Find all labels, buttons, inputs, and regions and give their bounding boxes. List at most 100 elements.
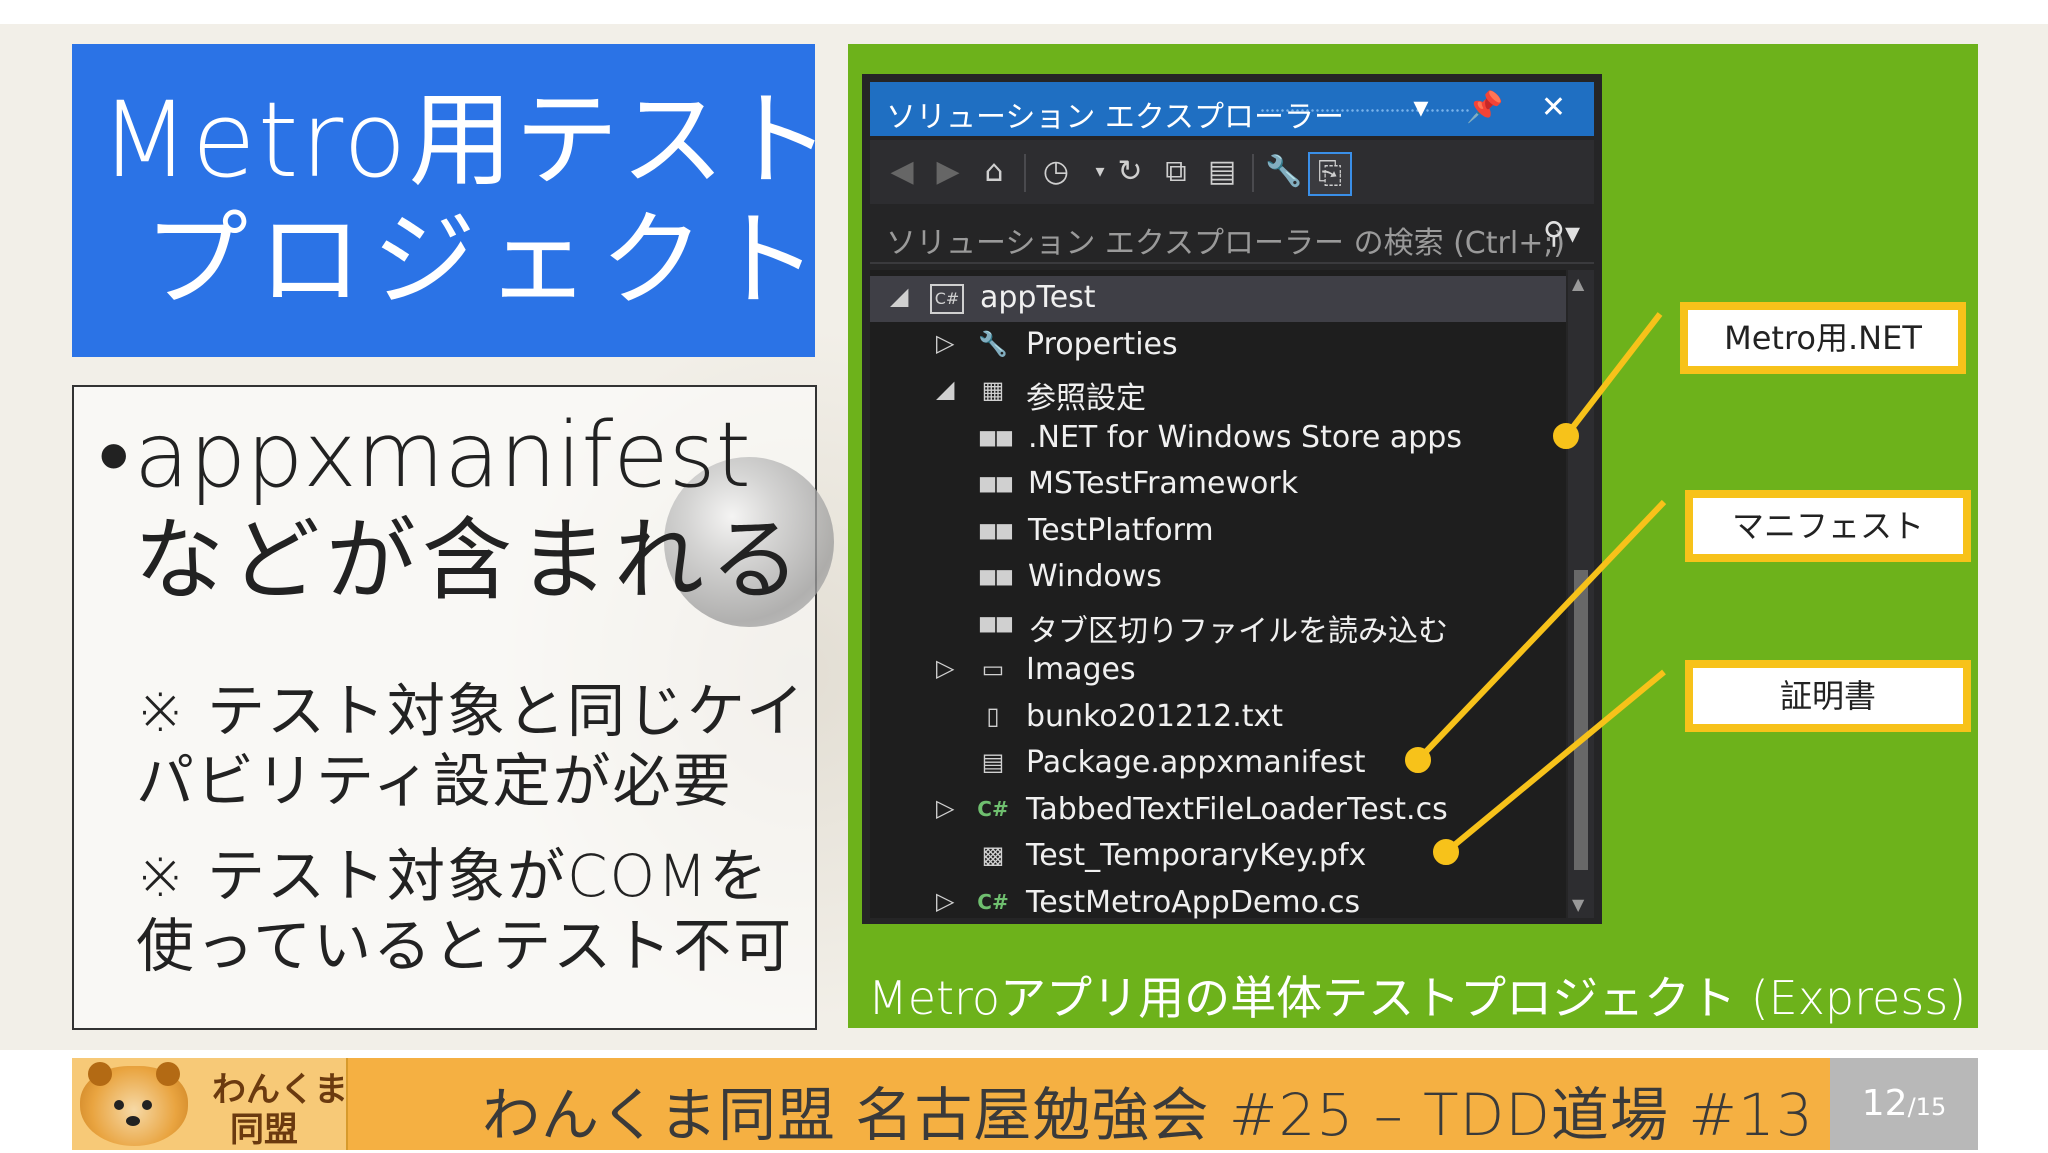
expanded-arrow-icon[interactable]: ◢: [890, 282, 908, 310]
wrench-icon: 🔧: [978, 329, 1008, 358]
scroll-up-icon[interactable]: ▲: [1572, 274, 1584, 293]
home-icon[interactable]: ⌂: [974, 152, 1014, 192]
solution-explorer-titlebar: ソリューション エクスプローラー ▾ 📌 ✕: [870, 82, 1594, 136]
toolbar-separator: [1252, 154, 1254, 192]
pending-changes-icon[interactable]: ◷: [1036, 152, 1076, 192]
back-icon[interactable]: ◀: [882, 152, 922, 192]
bullet-point: •appxmanifest などが含まれる: [98, 403, 806, 614]
collapsed-arrow-icon[interactable]: ▷: [936, 794, 954, 822]
panel-caption: Metroアプリ用の単体テストプロジェクト (Express): [868, 971, 1967, 1025]
solution-explorer-toolbar: ◀ ▶ ⌂ ◷ ▾ ↻ ⧉ ▤ 🔧 ⎘: [870, 140, 1594, 204]
bear-eye-icon: [142, 1100, 152, 1110]
collapse-all-icon[interactable]: ⧉: [1156, 152, 1196, 192]
properties-wrench-icon[interactable]: 🔧: [1264, 152, 1304, 192]
tree-item[interactable]: ▯ bunko201212.txt: [870, 695, 1566, 741]
footer-title: わんくま同盟 名古屋勉強会 #25 – TDD道場 #13: [482, 1081, 1814, 1149]
tree-item-label: TestPlatform: [1028, 512, 1214, 548]
solution-explorer-title: ソリューション エクスプローラー: [886, 100, 1345, 135]
callout-metro-net: Metro用.NET: [1680, 302, 1966, 374]
text-file-icon: ▯: [986, 701, 1000, 730]
tree-item[interactable]: ■■ TestPlatform: [870, 509, 1566, 555]
tree-item[interactable]: ▷ 🔧 Properties: [870, 323, 1566, 369]
bear-mascot-icon: [80, 1062, 188, 1146]
csharp-project-icon: C#: [930, 284, 964, 314]
tree-item-label: タブ区切りファイルを読み込む: [1028, 613, 1448, 649]
tree-item-label: bunko201212.txt: [1026, 698, 1284, 734]
slide-title-line1: Metro用テスト: [100, 79, 833, 201]
tree-item-label: Windows: [1028, 559, 1162, 594]
tree-item[interactable]: ▷ C# TabbedTextFileLoaderTest.cs: [870, 788, 1566, 834]
footer-bar: わんくま同盟 名古屋勉強会 #25 – TDD道場 #13 12/15: [72, 1058, 1978, 1150]
collapsed-arrow-icon[interactable]: ▷: [936, 329, 954, 357]
tree-item[interactable]: ▷ C# TestMetroAppDemo.cs: [870, 881, 1566, 927]
tree-item-label: TestMetroAppDemo.cs: [1026, 884, 1361, 920]
preview-selected-icon[interactable]: ⎘: [1308, 152, 1352, 196]
collapsed-arrow-icon[interactable]: ▷: [936, 887, 954, 915]
note2-line1: ※ テスト対象がCOMを: [136, 842, 770, 910]
tree-item[interactable]: ▷ ▭ Images: [870, 648, 1566, 694]
tree-item[interactable]: ■■ MSTestFramework: [870, 462, 1566, 508]
page-number: 12/15: [1830, 1058, 1978, 1150]
folder-icon: ▭: [981, 655, 1005, 683]
note1-line2: パビリティ設定が必要: [136, 746, 733, 815]
callout-manifest: マニフェスト: [1685, 490, 1971, 562]
forward-icon[interactable]: ▶: [928, 152, 968, 192]
reference-icon: ■■: [978, 517, 1014, 542]
solution-explorer: ソリューション エクスプローラー ▾ 📌 ✕ ◀ ▶ ⌂ ◷ ▾ ↻ ⧉ ▤ 🔧…: [862, 74, 1602, 924]
wankuma-logo: わんくま 同盟: [72, 1058, 348, 1150]
tree-item[interactable]: ■■ タブ区切りファイルを読み込む: [870, 602, 1566, 649]
tree-item[interactable]: ▤ Package.appxmanifest: [870, 741, 1566, 787]
tree-item[interactable]: ■■ .NET for Windows Store apps: [870, 416, 1566, 462]
bullet-line2: などが含まれる: [134, 508, 806, 614]
scrollbar-thumb[interactable]: [1574, 570, 1588, 870]
bear-nose-icon: [126, 1116, 140, 1126]
titlebar-controls[interactable]: ▾ 📌 ✕: [1413, 90, 1580, 125]
tree-item-label: Images: [1026, 652, 1136, 687]
collapsed-arrow-icon[interactable]: ▷: [936, 654, 954, 682]
search-icon[interactable]: ⚲▾: [1543, 216, 1580, 251]
csharp-file-icon: C#: [977, 889, 1009, 914]
expanded-arrow-icon[interactable]: ◢: [936, 375, 954, 403]
tree-scrollbar[interactable]: ▲ ▼: [1568, 270, 1594, 918]
search-input[interactable]: ソリューション エクスプローラー の検索 (Ctrl+;): [886, 218, 1565, 262]
solution-tree: ◢ C# appTest ▷ 🔧 Properties ◢ ▦ 参照設定 ■■ .NET for W…: [870, 270, 1566, 920]
reference-icon: ■■: [978, 610, 1014, 635]
slide-title-line2: プロジェクト: [144, 199, 829, 321]
note-com: ※ テスト対象がCOMを 使っているとテスト不可: [136, 842, 793, 981]
tree-item-label: .NET for Windows Store apps: [1028, 419, 1462, 455]
reference-icon: ■■: [978, 424, 1014, 449]
tree-item-label: TabbedTextFileLoaderTest.cs: [1026, 791, 1448, 827]
toolbar-separator: [1024, 154, 1026, 192]
tree-item-label: Properties: [1026, 326, 1178, 362]
tree-item-label: Test_TemporaryKey.pfx: [1026, 838, 1367, 873]
reference-icon: ■■: [978, 471, 1014, 495]
solution-explorer-search[interactable]: ソリューション エクスプローラー の検索 (Ctrl+;) ⚲▾: [870, 208, 1594, 264]
tree-item[interactable]: ■■ Windows: [870, 555, 1566, 601]
note2-line2: 使っているとテスト不可: [136, 911, 794, 980]
tree-item[interactable]: ◢ ▦ 参照設定: [870, 369, 1566, 416]
note1-line1: ※ テスト対象と同じケイ: [136, 677, 806, 745]
slide-title-box: Metro用テスト プロジェクト: [72, 44, 831, 357]
tree-item-label: Package.appxmanifest: [1026, 745, 1366, 780]
tree-item[interactable]: ▩ Test_TemporaryKey.pfx: [870, 834, 1566, 880]
bullet-dot-icon: •: [98, 403, 130, 508]
references-folder-icon: ▦: [981, 376, 1005, 404]
slide-content-box: •appxmanifest などが含まれる ※ テスト対象と同じケイ パビリティ…: [72, 385, 834, 1030]
page-total: /15: [1907, 1093, 1947, 1121]
tree-item-label: 参照設定: [1026, 381, 1146, 416]
manifest-file-icon: ▤: [981, 748, 1005, 776]
tree-item[interactable]: ◢ C# appTest: [870, 276, 1566, 322]
logo-text-line2: 同盟: [230, 1110, 298, 1150]
refresh-icon[interactable]: ↻: [1110, 152, 1150, 192]
bullet-line1: appxmanifest: [134, 403, 751, 508]
page-current: 12: [1861, 1083, 1908, 1124]
show-all-files-icon[interactable]: ▤: [1202, 152, 1242, 192]
bear-eye-icon: [114, 1100, 124, 1110]
scroll-down-icon[interactable]: ▼: [1572, 895, 1584, 914]
tree-item-label: appTest: [980, 280, 1096, 315]
note-capability: ※ テスト対象と同じケイ パビリティ設定が必要: [136, 677, 806, 816]
reference-icon: ■■: [978, 564, 1014, 588]
certificate-file-icon: ▩: [981, 841, 1005, 869]
csharp-file-icon: C#: [977, 796, 1009, 821]
callout-certificate: 証明書: [1685, 660, 1971, 732]
